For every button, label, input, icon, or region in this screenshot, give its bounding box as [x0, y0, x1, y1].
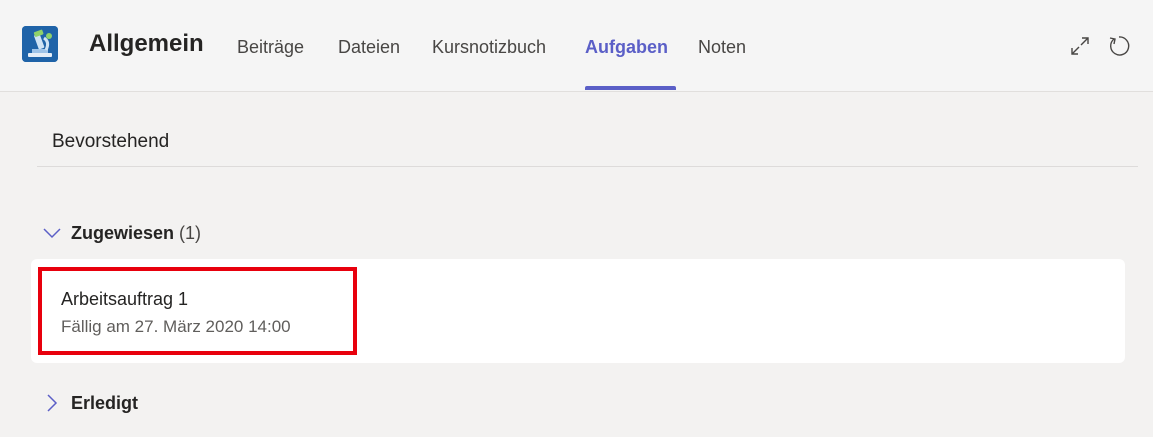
tab-noten[interactable]: Noten	[698, 37, 746, 58]
tab-dateien[interactable]: Dateien	[338, 37, 400, 58]
group-label: Erledigt	[71, 392, 139, 413]
refresh-icon[interactable]	[1107, 34, 1131, 58]
team-name: Allgemein	[89, 30, 204, 57]
expand-icon[interactable]	[1068, 34, 1092, 58]
assignment-card[interactable]: Arbeitsauftrag 1 Fällig am 27. März 2020…	[31, 259, 1125, 363]
tab-kursnotizbuch[interactable]: Kursnotizbuch	[432, 37, 546, 58]
chevron-right-icon	[47, 394, 58, 412]
group-header-erledigt[interactable]: Erledigt	[41, 391, 138, 415]
section-title: Bevorstehend	[52, 131, 170, 152]
group-label: Zugewiesen	[71, 222, 175, 243]
microscope-icon[interactable]	[22, 26, 58, 62]
tab-beitraege[interactable]: Beiträge	[237, 37, 304, 58]
tab-aufgaben[interactable]: Aufgaben	[585, 37, 668, 58]
active-tab-indicator	[585, 86, 676, 90]
group-header-zugewiesen[interactable]: Zugewiesen (1)	[41, 221, 201, 245]
chevron-down-icon	[43, 228, 61, 239]
channel-header: Allgemein Beiträge Dateien Kursnotizbuch…	[0, 0, 1153, 92]
group-count: (1)	[179, 222, 202, 243]
assignment-due-date: Fällig am 27. März 2020 14:00	[61, 317, 291, 336]
assignment-title: Arbeitsauftrag 1	[61, 289, 189, 309]
section-divider	[37, 166, 1138, 167]
